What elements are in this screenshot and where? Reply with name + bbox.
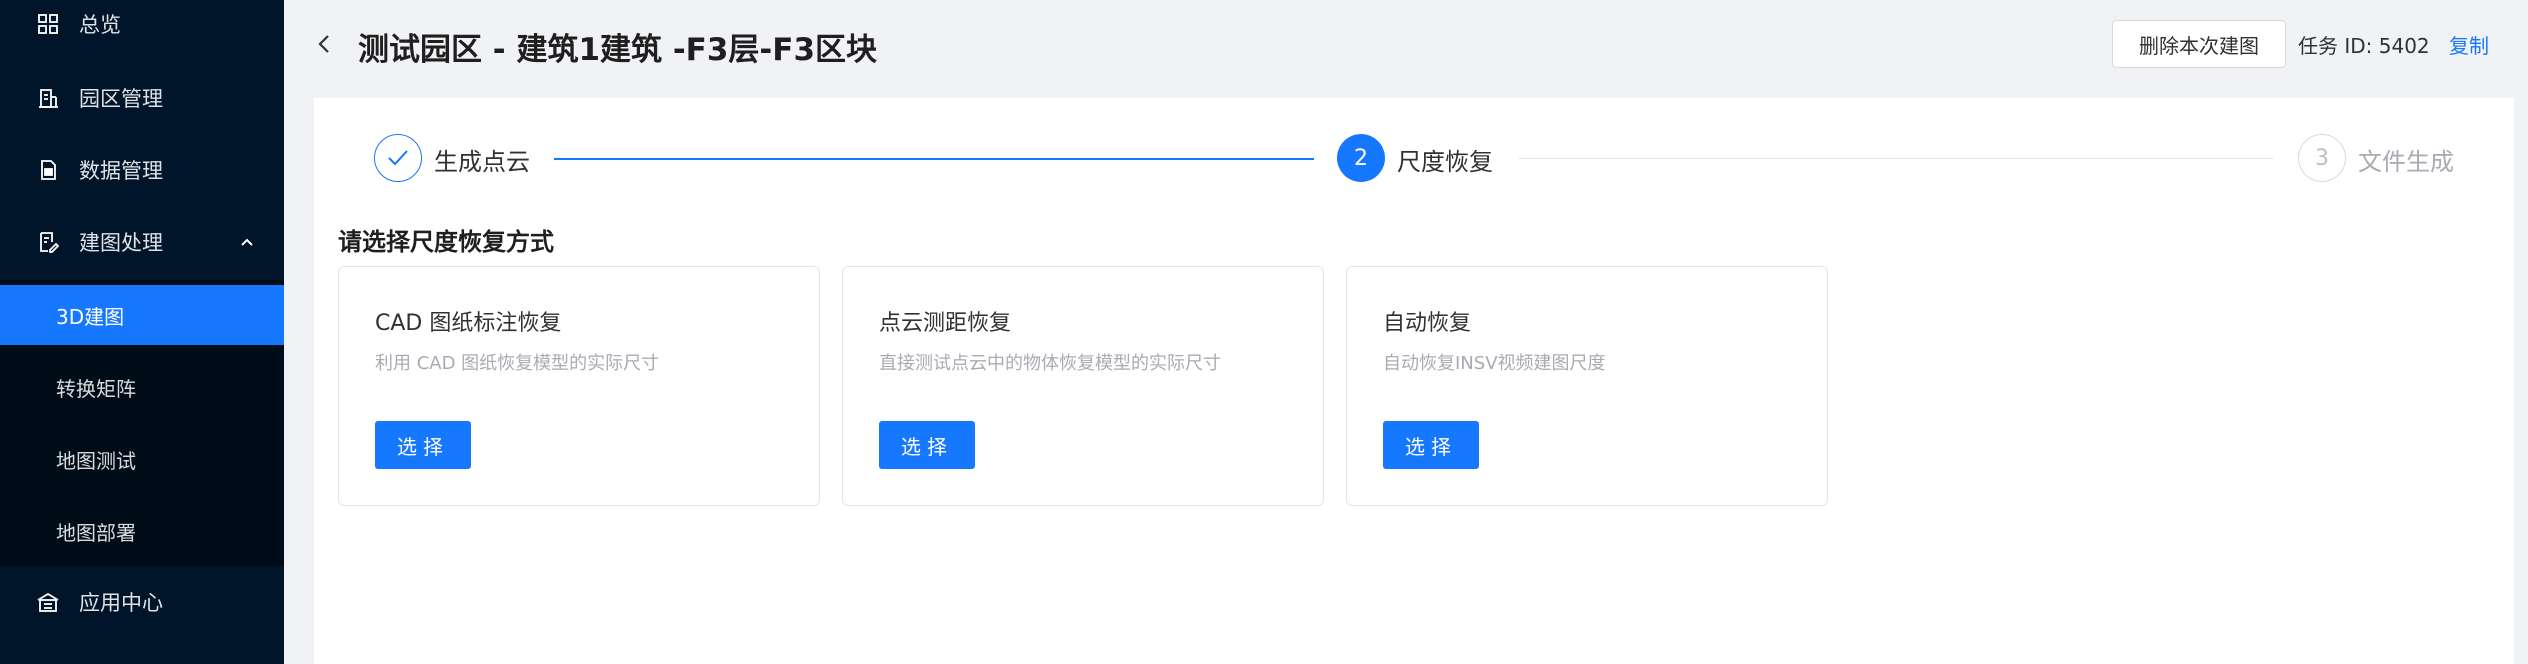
sidebar-item-park-management[interactable]: 园区管理: [0, 62, 284, 134]
sidebar-item-label: 总览: [79, 13, 121, 37]
option-card-cad: CAD 图纸标注恢复 利用 CAD 图纸恢复模型的实际尺寸 选择: [338, 266, 820, 506]
task-id-label: 任务 ID: 5402: [2298, 34, 2430, 58]
option-card-auto: 自动恢复 自动恢复INSV视频建图尺度 选择: [1346, 266, 1828, 506]
card-title: 自动恢复: [1383, 311, 1472, 336]
section-title: 请选择尺度恢复方式: [338, 228, 554, 256]
step-label: 文件生成: [2358, 148, 2454, 176]
sidebar-item-label: 数据管理: [79, 159, 163, 183]
select-button[interactable]: 选择: [375, 421, 471, 469]
chevron-up-icon[interactable]: [238, 233, 256, 251]
sidebar-subitem-transform-matrix[interactable]: 转换矩阵: [0, 357, 284, 417]
step-connector: [554, 158, 1314, 160]
map-edit-icon: [36, 230, 60, 254]
select-button[interactable]: 选择: [879, 421, 975, 469]
check-icon: [374, 134, 422, 182]
card-description: 利用 CAD 图纸恢复模型的实际尺寸: [375, 353, 660, 374]
card-title: CAD 图纸标注恢复: [375, 311, 562, 336]
sidebar-item-label: 应用中心: [79, 591, 163, 615]
sidebar-item-map-processing[interactable]: 建图处理: [0, 206, 284, 278]
card-description: 直接测试点云中的物体恢复模型的实际尺寸: [879, 353, 1221, 374]
sidebar-item-label: 园区管理: [79, 87, 163, 111]
option-card-point-cloud: 点云测距恢复 直接测试点云中的物体恢复模型的实际尺寸 选择: [842, 266, 1324, 506]
sidebar-subitem-label: 地图测试: [56, 448, 136, 473]
sidebar-item-app-center[interactable]: 应用中心: [0, 566, 284, 638]
back-arrow-icon[interactable]: [312, 30, 336, 58]
select-button[interactable]: 选择: [1383, 421, 1479, 469]
card-description: 自动恢复INSV视频建图尺度: [1383, 353, 1606, 374]
sidebar-subitem-3d-mapping[interactable]: 3D建图: [0, 285, 284, 345]
file-icon: [36, 158, 60, 182]
page-title: 测试园区 - 建筑1建筑 -F3层-F3区块: [358, 32, 878, 68]
building-icon: [36, 86, 60, 110]
step-number: 3: [2298, 134, 2346, 182]
delete-mapping-button[interactable]: 删除本次建图: [2112, 20, 2286, 68]
app-center-icon: [36, 590, 60, 614]
sidebar-subitem-label: 地图部署: [56, 520, 136, 545]
step-label: 尺度恢复: [1397, 148, 1493, 176]
sidebar-item-label: 建图处理: [79, 231, 163, 255]
dashboard-icon: [36, 12, 60, 36]
step-label: 生成点云: [434, 148, 530, 176]
sidebar-subitem-map-test[interactable]: 地图测试: [0, 429, 284, 489]
sidebar-subitem-label: 转换矩阵: [56, 376, 136, 401]
copy-link[interactable]: 复制: [2449, 30, 2489, 59]
sidebar: 总览 园区管理 数据管理 建图处理 3D建图 转换矩阵 地图测试 地图部署 应用…: [0, 0, 284, 664]
step-number: 2: [1337, 134, 1385, 182]
card-title: 点云测距恢复: [879, 311, 1012, 336]
step-connector: [1518, 158, 2274, 159]
sidebar-item-overview[interactable]: 总览: [0, 0, 284, 60]
sidebar-subitem-label: 3D建图: [56, 304, 125, 329]
sidebar-subitem-map-deploy[interactable]: 地图部署: [0, 501, 284, 561]
sidebar-item-data-management[interactable]: 数据管理: [0, 134, 284, 206]
